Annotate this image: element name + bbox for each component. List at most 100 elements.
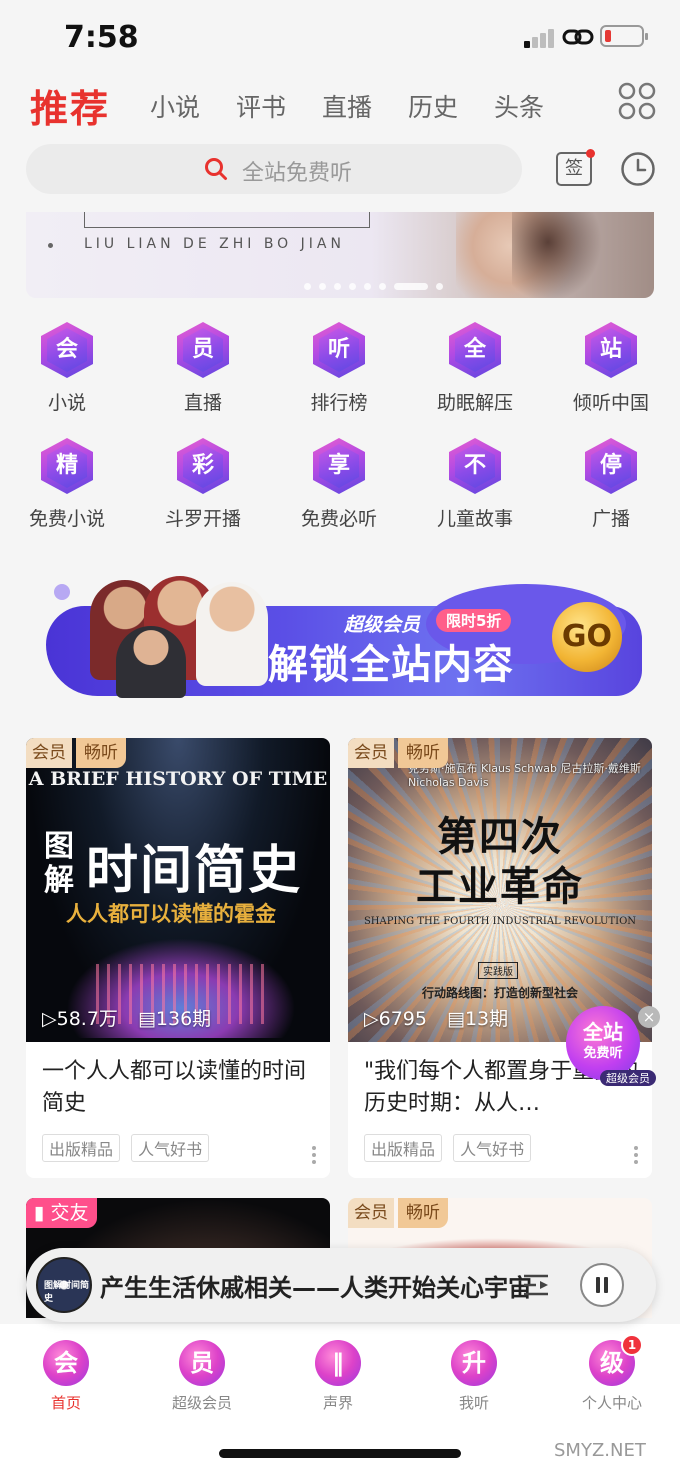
category-badge-icon: 精 [41,438,93,494]
cover-subtitle: 人人都可以读懂的霍金 [66,902,276,926]
category-novel[interactable]: 会 小说 [12,322,122,415]
promo-headline: 解锁全站内容 [268,642,514,688]
nav-vip[interactable]: 员 超级会员 [142,1340,262,1413]
content-card[interactable]: A BRIEF HISTORY OF TIME 图解 时间简史 人人都可以读懂的… [26,738,330,1178]
app-screen: 7:58 推荐 小说 评书 直播 历史 头条 全站免费听 签 LIU LIAN … [0,0,680,1472]
audio-bars-icon: ▮ [34,1202,51,1224]
cover-edition: 实践版 [478,962,518,979]
nav-sound-world[interactable]: ‖ 声界 [278,1340,398,1413]
card-tag: 出版精品 [42,1134,121,1162]
tabs-fade [580,82,602,122]
vip-icon: 员 [179,1340,225,1386]
sound-world-icon: ‖ [315,1340,361,1386]
friends-badge-label: 交友 [50,1202,89,1224]
profile-icon: 级 1 [589,1334,643,1386]
card-tag: 出版精品 [364,1134,443,1162]
category-listen-china[interactable]: 站 倾听中国 [556,322,666,415]
nav-home[interactable]: 会 首页 [6,1340,126,1413]
now-playing-ticker: 产生生活休戚相关——人类开始关心宇宙 [100,1274,532,1302]
all-channels-grid-icon[interactable] [618,82,656,120]
category-label: 广播 [591,508,630,530]
unlimited-badge: 畅听 [398,738,448,768]
more-options-icon[interactable] [634,1146,638,1164]
status-bar: 7:58 [0,0,680,72]
home-icon: 会 [43,1340,89,1386]
card-tags: 出版精品 人气好书 [364,1134,537,1162]
banner-pagination [304,276,451,295]
close-icon[interactable]: × [638,1006,660,1028]
nav-label: 个人中心 [581,1394,642,1412]
nav-label: 首页 [50,1394,81,1412]
cover-english-title: A BRIEF HISTORY OF TIME [28,768,328,790]
playlist-icon[interactable] [522,1272,550,1298]
category-label: 儿童故事 [436,508,513,530]
tab-live[interactable]: 直播 [322,88,372,124]
category-radio[interactable]: 停 广播 [556,438,666,531]
category-badge-icon: 不 [449,438,501,494]
top-banner[interactable]: LIU LIAN DE ZHI BO JIAN [26,212,654,298]
category-free-novel[interactable]: 精 免费小说 [12,438,122,531]
category-sleep[interactable]: 全 助眠解压 [420,322,530,415]
promo-host-photo [116,626,186,698]
cover-main-line: 第四次 [437,814,563,860]
my-listening-icon: 升 [451,1340,497,1386]
notification-badge: 1 [621,1334,643,1356]
cover-main-title: 第四次 工业革命 [348,812,652,912]
history-clock-icon[interactable] [620,151,656,187]
vip-promo-banner[interactable]: 超级会员 限时5折 解锁全站内容 GO [46,576,642,698]
pause-button[interactable] [580,1263,624,1307]
friends-badge: ▮ 交友 [26,1198,97,1228]
now-playing-cover-title: 图解时间简史 [44,1281,90,1304]
category-badge-icon: 会 [41,322,93,378]
cover-main-line: 工业革命 [416,864,584,910]
category-douluo[interactable]: 彩 斗罗开播 [148,438,258,531]
tab-history[interactable]: 历史 [408,88,458,124]
mini-player[interactable]: 图解时间简史 产生生活休戚相关——人类开始关心宇宙 [26,1248,656,1322]
tab-headlines[interactable]: 头条 [494,88,544,124]
promo-bubble [54,584,70,600]
category-live[interactable]: 员 直播 [148,322,258,415]
nav-label: 声界 [322,1394,353,1412]
hotspot-link-icon [562,29,594,45]
banner-caption: LIU LIAN DE ZHI BO JIAN [84,236,345,252]
vip-badge: 会员 [348,738,394,768]
nav-label: 超级会员 [171,1394,232,1412]
play-count: ▷58.7万 [42,1008,118,1030]
channel-tabs: 推荐 小说 评书 直播 历史 头条 [0,76,680,132]
battery-icon [600,25,648,47]
card-cover: 克劳斯·施瓦布 Klaus Schwab 尼古拉斯·戴维斯 Nicholas D… [348,738,652,1042]
cover-footer: 行动路线图：打造创新型社会 [421,986,578,1000]
cover-main-title: 时间简史 [86,841,303,901]
category-ranking[interactable]: 听 排行榜 [284,322,394,415]
category-label: 倾听中国 [572,392,649,414]
search-bar[interactable]: 全站免费听 [26,144,522,194]
promo-go-button[interactable]: GO [552,602,622,672]
category-badge-icon: 站 [585,322,637,378]
category-free-must-listen[interactable]: 享 免费必听 [284,438,394,531]
promo-discount-tag: 限时5折 [436,609,512,632]
category-label: 免费必听 [300,508,377,530]
unlimited-badge: 畅听 [76,738,126,768]
now-playing-cover[interactable]: 图解时间简史 [36,1257,92,1313]
tab-novel[interactable]: 小说 [150,88,200,124]
free-listen-float-button[interactable]: 全站 免费听 超级会员 [566,1006,656,1102]
checkin-button[interactable]: 签 [556,149,595,186]
tab-recommend[interactable]: 推荐 [30,78,110,133]
category-label: 免费小说 [28,508,105,530]
home-indicator[interactable] [219,1449,461,1458]
nav-my-listening[interactable]: 升 我听 [414,1340,534,1413]
nav-label: 我听 [458,1394,489,1412]
tab-storytelling[interactable]: 评书 [236,88,286,124]
card-tags: 出版精品 人气好书 [42,1134,215,1162]
search-placeholder: 全站免费听 [242,161,353,186]
category-badge-icon: 员 [177,322,229,378]
category-kids-stories[interactable]: 不 儿童故事 [420,438,530,531]
more-options-icon[interactable] [312,1146,316,1164]
card-title: 一个人人都可以读懂的时间简史 [42,1059,307,1116]
card-stats: ▷58.7万 ▤136期 [42,1004,225,1031]
watermark: SMYZ.NET [554,1440,646,1461]
category-label: 小说 [47,392,86,414]
content-card[interactable]: 克劳斯·施瓦布 Klaus Schwab 尼古拉斯·戴维斯 Nicholas D… [348,738,652,1178]
card-tag: 人气好书 [131,1134,210,1162]
nav-profile[interactable]: 级 1 个人中心 [552,1334,672,1413]
